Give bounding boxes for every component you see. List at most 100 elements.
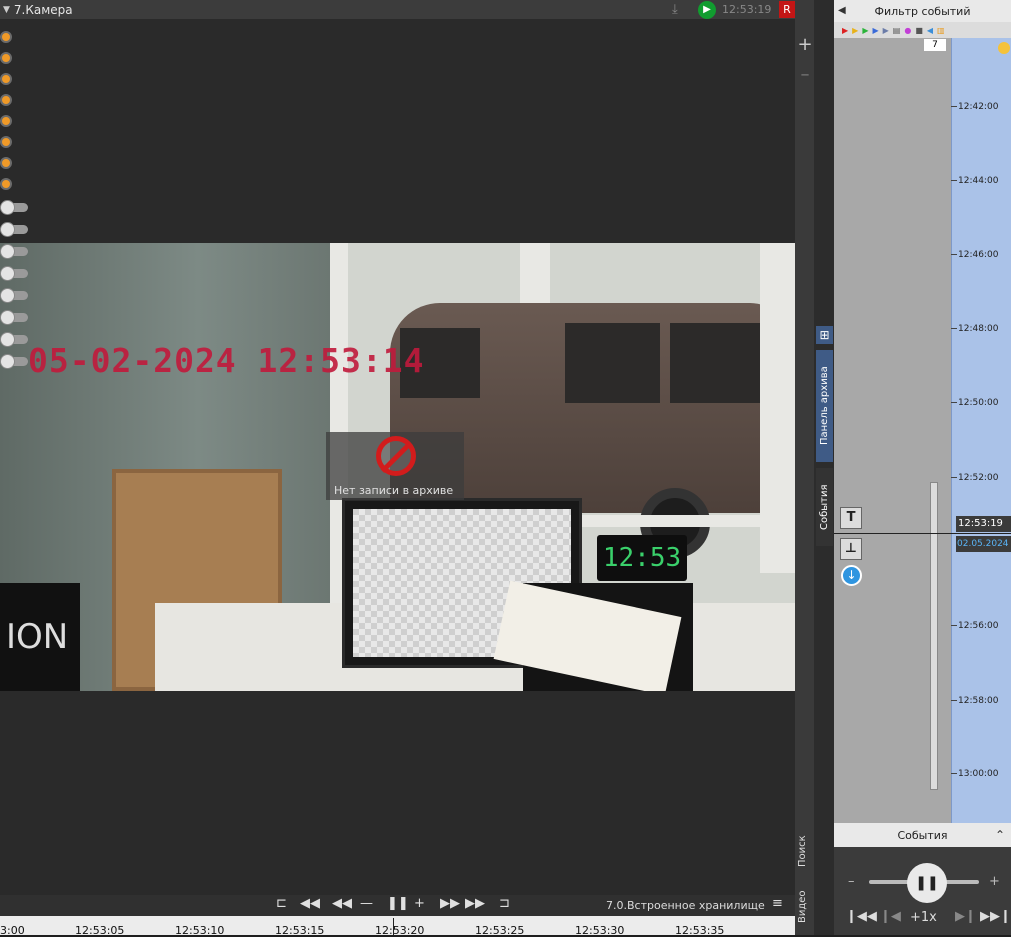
tab-search[interactable]: Поиск [797,826,811,876]
tick-line [951,402,957,403]
camera-time: 12:53:19 [722,3,772,16]
collapse-up-icon[interactable]: ⌃ [995,828,1005,842]
toggle-switch[interactable] [0,310,28,325]
speed-minus[interactable]: – [848,874,855,889]
zoom-out-button[interactable]: – [797,64,813,85]
filter-blue-icon[interactable]: ▶ [872,26,878,35]
filter-person-icon[interactable]: ● [904,26,911,35]
step-back-icon[interactable]: ❙◀ [880,909,901,924]
filter-title: Фильтр событий [874,4,971,18]
next-event-icon[interactable]: ▶▶ [465,896,485,911]
step-forward-icon[interactable]: ▶❙ [955,909,976,924]
toggle-switch[interactable] [0,288,28,303]
bottom-tick: 12:53:25 [475,924,525,937]
mark-start-icon[interactable]: ⊏ [276,896,287,911]
tick-label: 12:52:00 [958,473,999,483]
speed-plus[interactable]: + [989,874,1000,889]
event-dot[interactable] [0,73,12,85]
tick-label: 12:44:00 [958,176,999,186]
tick-line [951,254,957,255]
faster-icon[interactable]: + [414,896,425,911]
toggle-switch[interactable] [0,332,28,347]
filter-io-icon[interactable]: ▥ [937,26,945,35]
text-tool-button[interactable]: T [840,507,862,529]
bottom-tick: 12:53:20 [375,924,425,937]
cursor-time: 12:53:19 [956,516,1011,532]
playhead-marker[interactable] [393,918,394,935]
event-dot[interactable] [0,31,12,43]
filter-sound-icon[interactable]: ◀ [927,26,933,35]
filter-doc-icon[interactable]: ▤ [893,26,901,35]
event-dot[interactable] [0,157,12,169]
event-dot[interactable] [0,94,12,106]
slower-icon[interactable]: — [360,896,373,911]
filter-red-icon[interactable]: ▶ [842,26,848,35]
speed-label: +1x [910,910,937,925]
bottom-tick: 3:00 [0,924,25,937]
timeline-scrollbar[interactable] [930,482,938,790]
mark-end-icon[interactable]: ⊐ [499,896,510,911]
tick-label: 12:58:00 [958,696,999,706]
window-frame [760,243,795,573]
event-dot[interactable] [0,52,12,64]
storage-label[interactable]: 7.0.Встроенное хранилище [606,899,765,912]
filter-header: Фильтр событий [834,0,1011,22]
camera-title: 7.Камера [13,2,73,17]
side-strip [795,0,814,935]
clock-display: 12:53 [597,535,687,581]
no-archive-text: Нет записи в архиве [334,484,454,497]
toggle-switch[interactable] [0,200,28,215]
van-window [565,323,660,403]
sign-image: ION [0,583,80,691]
osd-timestamp: 05-02-2024 12:53:14 [28,341,425,380]
tab-video[interactable]: Видео [797,884,811,930]
toggle-switch[interactable] [0,354,28,369]
filter-icon-bar: ▶ ▶ ▶ ▶ ▶ ▤ ● ■ ◀ ▥ [834,22,1011,38]
toggle-switch[interactable] [0,222,28,237]
scroll-down-button[interactable]: ↓ [841,565,862,586]
sun-icon [998,42,1010,54]
download-icon[interactable]: ⤓ [672,2,678,17]
bottom-tick: 12:53:05 [75,924,125,937]
time-cursor-line[interactable] [834,533,1011,534]
event-dot[interactable] [0,178,12,190]
export-button[interactable]: ⊥ [840,538,862,560]
bottom-tick: 12:53:30 [575,924,625,937]
toggle-switch[interactable] [0,244,28,259]
play-live-button[interactable]: ▶ [698,1,716,19]
event-dot[interactable] [0,136,12,148]
skip-forward-icon[interactable]: ▶▶❙ [980,909,1011,924]
collapse-left-icon[interactable]: ◀ [838,5,846,16]
tab-archive-panel[interactable]: Панель архива [816,350,833,462]
menu-icon[interactable]: ≡ [772,896,783,911]
frame-back-icon[interactable]: ◀◀ [332,896,352,911]
grid-icon[interactable]: ⊞ [816,326,833,344]
filter-camera-icon[interactable]: ■ [915,26,923,35]
sign-text: ION [6,617,69,657]
tick-label: 12:50:00 [958,398,999,408]
tick-label: 12:56:00 [958,621,999,631]
tick-label: 12:46:00 [958,250,999,260]
events-header[interactable]: События [834,823,1011,847]
camera-menu-icon[interactable]: ▼ [3,5,10,15]
tick-line [951,328,957,329]
filter-gray-icon[interactable]: ▶ [883,26,889,35]
zoom-in-button[interactable]: + [797,34,813,55]
frame-forward-icon[interactable]: ▶▶ [440,896,460,911]
event-dot[interactable] [0,115,12,127]
filter-green-icon[interactable]: ▶ [862,26,868,35]
toggle-switch[interactable] [0,266,28,281]
record-indicator[interactable]: R [779,1,795,18]
pause-icon[interactable]: ❚❚ [387,896,409,911]
pause-button[interactable]: ❚❚ [907,863,947,903]
skip-back-icon[interactable]: ❙◀◀ [846,909,877,924]
prev-event-icon[interactable]: ◀◀ [300,896,320,911]
cursor-date: 02.05.2024 [956,536,1011,552]
tab-events[interactable]: События [816,468,833,546]
tick-label: 12:42:00 [958,102,999,112]
bottom-tick: 12:53:10 [175,924,225,937]
tick-line [951,773,957,774]
tick-line [951,106,957,107]
tick-line [951,180,957,181]
filter-yellow-icon[interactable]: ▶ [852,26,858,35]
